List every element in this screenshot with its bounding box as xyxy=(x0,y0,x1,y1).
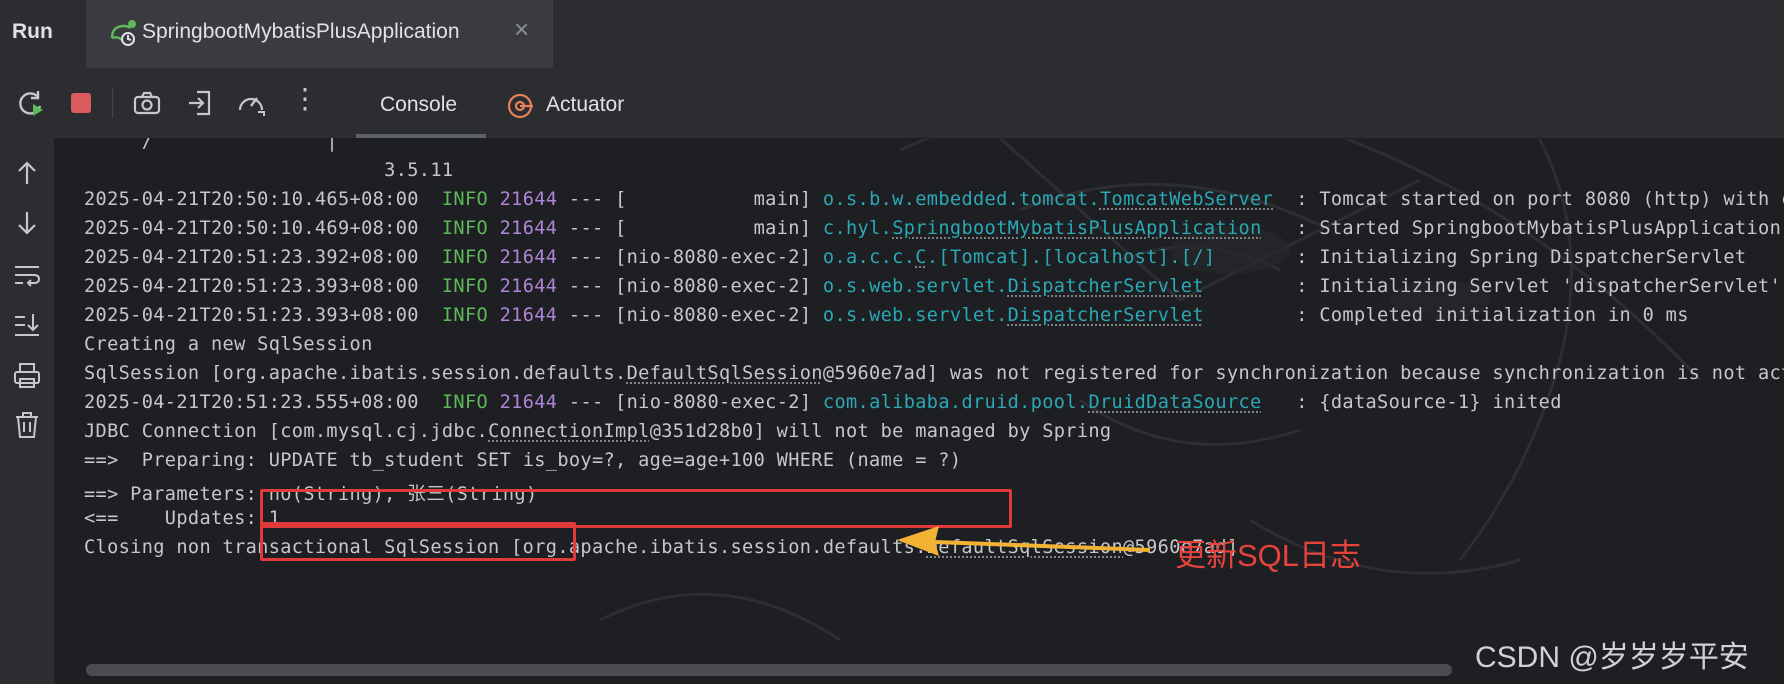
print-icon[interactable] xyxy=(12,360,42,390)
log-line: 2025-04-21T20:51:23.555+08:00 INFO 21644… xyxy=(84,392,1562,413)
run-title: Run xyxy=(12,20,53,43)
tab-label: SpringbootMybatisPlusApplication xyxy=(142,20,460,43)
log-line: 2025-04-21T20:51:23.393+08:00 INFO 21644… xyxy=(84,305,1689,326)
camera-icon[interactable] xyxy=(132,88,162,118)
sql-statement: UPDATE tb_student SET is_boy=?, age=age+… xyxy=(268,450,962,471)
tab-console[interactable]: Console xyxy=(380,93,457,117)
console-line: Creating a new SqlSession xyxy=(84,334,373,355)
run-tool-window-header: Run SpringbootMybatisPlusApplication × xyxy=(0,0,1784,69)
arrow-up-icon[interactable] xyxy=(12,158,42,188)
log-line: 2025-04-21T20:50:10.469+08:00 INFO 21644… xyxy=(84,218,1782,239)
spring-app-run-icon xyxy=(110,20,136,46)
profiler-gauge-icon[interactable] xyxy=(236,88,266,118)
annotation-arrow xyxy=(897,526,1151,556)
scroll-to-end-icon[interactable] xyxy=(12,310,42,340)
console-line: SqlSession [org.apache.ibatis.session.de… xyxy=(84,363,1784,384)
console-side-toolbar xyxy=(0,138,55,684)
tab-springboot-app[interactable]: SpringbootMybatisPlusApplication × xyxy=(86,0,553,68)
sql-preparing-line: ==> Preparing: UPDATE tb_student SET is_… xyxy=(84,450,962,471)
parameters-highlight-box xyxy=(260,522,576,561)
tab-actuator[interactable]: Actuator xyxy=(546,93,624,117)
watermark: CSDN @岁岁岁平安 xyxy=(1475,641,1749,674)
log-line: 2025-04-21T20:51:23.392+08:00 INFO 21644… xyxy=(84,247,1747,268)
horizontal-scrollbar[interactable] xyxy=(86,664,1452,676)
trash-icon[interactable] xyxy=(12,410,42,440)
log-line: 2025-04-21T20:50:10.465+08:00 INFO 21644… xyxy=(84,189,1784,210)
console-line: JDBC Connection [com.mysql.cj.jdbc.Conne… xyxy=(84,421,1112,442)
log-line: 2025-04-21T20:51:23.393+08:00 INFO 21644… xyxy=(84,276,1782,297)
soft-wrap-icon[interactable] xyxy=(12,260,42,290)
banner-version-line: 3.5.11 xyxy=(84,160,454,181)
rerun-icon[interactable] xyxy=(16,88,46,118)
toolbar-divider xyxy=(112,88,113,118)
stop-icon[interactable] xyxy=(66,88,96,118)
console-output[interactable]: / | 3.5.11 2025-04-21T20:50:10.465+08:00… xyxy=(55,138,1784,684)
exit-icon[interactable] xyxy=(185,88,215,118)
close-icon[interactable]: × xyxy=(514,16,529,42)
arrow-down-icon[interactable] xyxy=(12,208,42,238)
more-options-icon[interactable]: ⋮ xyxy=(290,82,320,114)
banner-line: / | xyxy=(84,138,338,152)
sql-updates-line: <== Updates: 1 xyxy=(84,508,281,529)
actuator-icon xyxy=(507,93,533,119)
run-toolbar: ⋮ Console Actuator xyxy=(0,68,1784,139)
annotation-label: 更新SQL日志 xyxy=(1175,538,1362,573)
